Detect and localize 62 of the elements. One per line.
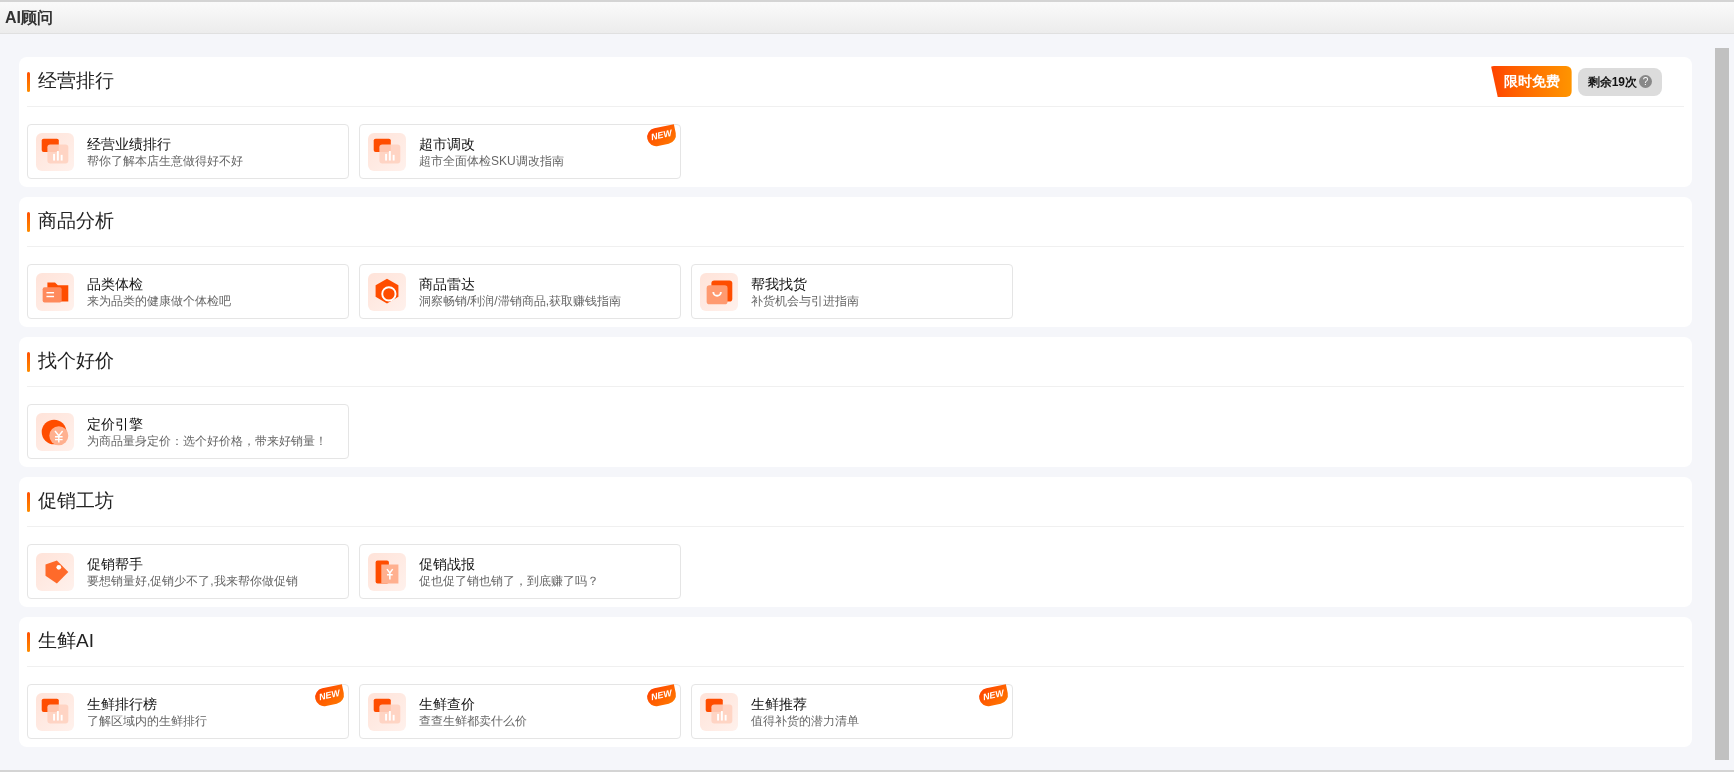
scrollbar[interactable] [1715, 48, 1729, 760]
feature-icon [700, 692, 738, 731]
feature-icon [368, 552, 406, 591]
feature-icon [700, 272, 738, 311]
feature-icon [36, 412, 74, 451]
remaining-count: 剩余19次 [1587, 73, 1637, 91]
window-title: AI顾问 [5, 7, 53, 28]
tile-subtitle: 值得补货的潜力清单 [751, 712, 859, 729]
tile-title: 促销战报 [419, 554, 476, 573]
new-badge: NEW [645, 684, 678, 708]
section-title: 促销工坊 [38, 489, 115, 514]
feature-icon [36, 692, 74, 731]
section-title: 找个好价 [38, 349, 115, 374]
tile-subtitle: 来为品类的健康做个体检吧 [87, 292, 231, 309]
tile-title: 品类体检 [87, 274, 144, 293]
new-badge: NEW [977, 684, 1010, 708]
tile-subtitle: 为商品量身定价：选个好价格，带来好销量！ [87, 432, 327, 449]
tile-title: 生鲜推荐 [751, 694, 808, 713]
new-badge: NEW [645, 124, 678, 148]
feature-icon [36, 272, 74, 311]
feature-icon [368, 132, 406, 171]
tile-subtitle: 要想销量好,促销少不了,我来帮你做促销 [87, 572, 298, 589]
feature-tile[interactable]: 定价引擎 为商品量身定价：选个好价格，带来好销量！ [27, 404, 349, 459]
accent-bar [27, 71, 30, 92]
new-badge: NEW [313, 684, 346, 708]
feature-tile[interactable]: 生鲜推荐 值得补货的潜力清单 NEW [691, 684, 1013, 739]
feature-icon [36, 132, 74, 171]
feature-icon [368, 272, 406, 311]
feature-tile[interactable]: 促销战报 促也促了销也销了，到底赚了吗？ [359, 544, 681, 599]
tile-title: 定价引擎 [87, 414, 144, 433]
feature-icon [36, 552, 74, 591]
help-icon[interactable]: ? [1639, 75, 1652, 88]
tile-title: 生鲜查价 [419, 694, 476, 713]
feature-tile[interactable]: 商品雷达 洞察畅销/利润/滞销商品,获取赚钱指南 [359, 264, 681, 319]
tile-title: 促销帮手 [87, 554, 144, 573]
accent-bar [27, 211, 30, 232]
tile-title: 经营业绩排行 [87, 134, 172, 153]
section-title: 生鲜AI [38, 629, 95, 654]
feature-tile[interactable]: 生鲜查价 查查生鲜都卖什么价 NEW [359, 684, 681, 739]
accent-bar [27, 491, 30, 512]
tile-subtitle: 促也促了销也销了，到底赚了吗？ [419, 572, 599, 589]
accent-bar [27, 351, 30, 372]
tile-subtitle: 了解区域内的生鲜排行 [87, 712, 207, 729]
tile-subtitle: 查查生鲜都卖什么价 [419, 712, 527, 729]
feature-tile[interactable]: 生鲜排行榜 了解区域内的生鲜排行 NEW [27, 684, 349, 739]
feature-tile[interactable]: 促销帮手 要想销量好,促销少不了,我来帮你做促销 [27, 544, 349, 599]
feature-icon [368, 692, 406, 731]
section-title: 经营排行 [38, 69, 115, 94]
tile-subtitle: 补货机会与引进指南 [751, 292, 859, 309]
feature-tile[interactable]: 超市调改 超市全面体检SKU调改指南 NEW [359, 124, 681, 179]
tile-subtitle: 帮你了解本店生意做得好不好 [87, 152, 243, 169]
section-title: 商品分析 [38, 209, 115, 234]
tile-title: 商品雷达 [419, 274, 476, 293]
tile-subtitle: 洞察畅销/利润/滞销商品,获取赚钱指南 [419, 292, 621, 309]
accent-bar [27, 631, 30, 652]
feature-tile[interactable]: 帮我找货 补货机会与引进指南 [691, 264, 1013, 319]
tile-title: 帮我找货 [751, 274, 808, 293]
tile-title: 超市调改 [419, 134, 476, 153]
tile-title: 生鲜排行榜 [87, 694, 158, 713]
feature-tile[interactable]: 经营业绩排行 帮你了解本店生意做得好不好 [27, 124, 349, 179]
feature-tile[interactable]: 品类体检 来为品类的健康做个体检吧 [27, 264, 349, 319]
tile-subtitle: 超市全面体检SKU调改指南 [419, 152, 564, 169]
